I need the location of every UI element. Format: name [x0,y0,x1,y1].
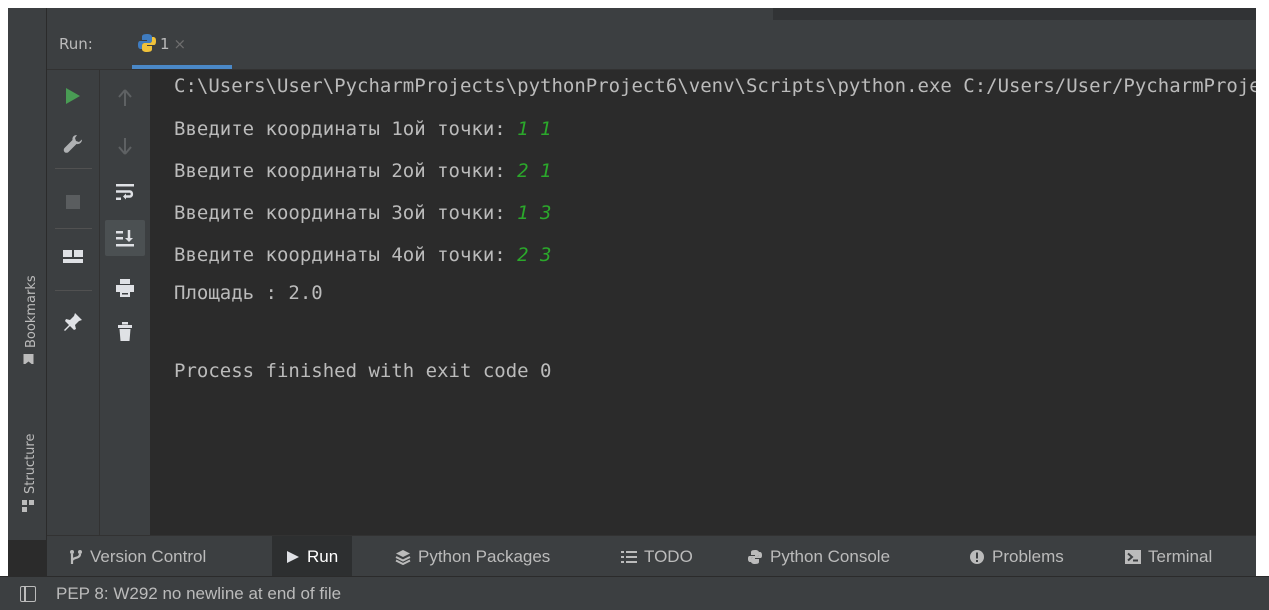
version-control-icon [69,549,83,565]
prompt-text: Введите координаты 3ой точки: [174,202,518,224]
bookmarks-tool-button[interactable]: Bookmarks [22,275,39,366]
tab-python-packages-label: Python Packages [418,546,551,566]
prompt-text: Введите координаты 1ой точки: [174,118,518,140]
run-label: Run: [59,35,93,53]
toolbar-separator [55,228,92,229]
python-console-icon [747,549,763,565]
tab-python-packages[interactable]: Python Packages [387,536,558,577]
toolbar-separator [55,168,92,169]
toolbar-separator [55,290,92,291]
user-input-text: 1 1 [517,118,552,140]
console-output[interactable]: C:\Users\User\PycharmProjects\pythonProj… [152,70,1256,535]
tab-problems-label: Problems [992,546,1064,566]
close-tab-icon[interactable]: × [174,35,187,53]
rerun-icon[interactable] [59,82,87,110]
console-command-line: C:\Users\User\PycharmProjects\pythonProj… [174,75,1256,97]
toggle-tool-windows-icon[interactable] [20,585,36,602]
structure-tool-button[interactable]: Structure [22,434,38,512]
tab-version-control[interactable]: Version Control [61,536,214,577]
terminal-icon [1125,549,1141,565]
run-tool-header: Run: 1 × [47,20,1256,70]
console-prompt-line: Введите координаты 3ой точки: 1 3 [174,202,552,224]
tab-python-console[interactable]: Python Console [739,536,898,577]
user-input-text: 2 3 [517,244,552,266]
run-toolbar-right [100,70,151,535]
console-prompt-line: Введите координаты 1ой точки: 1 1 [174,118,552,140]
print-icon[interactable] [111,274,139,302]
up-stack-icon[interactable] [111,84,139,112]
tab-python-console-label: Python Console [770,546,891,566]
down-stack-icon[interactable] [111,132,139,160]
settings-wrench-icon[interactable] [59,130,87,158]
bookmarks-label: Bookmarks [24,275,39,348]
tab-todo-label: TODO [644,546,693,566]
clear-all-icon[interactable] [111,318,139,346]
run-icon [286,550,300,564]
structure-label: Structure [23,433,38,494]
tab-terminal-label: Terminal [1148,546,1213,566]
bottom-tool-bar: Version Control Run Python Packages TODO… [47,535,1256,577]
console-exit-line: Process finished with exit code 0 [174,360,552,382]
soft-wrap-icon[interactable] [111,178,139,206]
tab-problems[interactable]: Problems [961,536,1072,577]
pin-tab-icon[interactable] [59,308,87,336]
console-prompt-line: Введите координаты 2ой точки: 2 1 [174,160,552,182]
stop-icon[interactable] [59,188,87,216]
prompt-text: Введите координаты 2ой точки: [174,160,518,182]
run-toolbar-left [47,70,100,535]
structure-icon [22,500,38,512]
active-tab-underline [132,65,232,69]
python-icon [137,33,157,57]
console-result-line: Площадь : 2.0 [174,282,323,304]
left-tool-stripe: Bookmarks Structure [8,8,47,540]
tab-run-label: Run [307,546,339,566]
user-input-text: 2 1 [517,160,552,182]
run-tab-1[interactable]: 1 × [132,20,232,69]
tab-todo[interactable]: TODO [613,536,701,577]
editor-top-strip [8,8,1256,20]
packages-icon [395,549,411,565]
console-prompt-line: Введите координаты 4ой точки: 2 3 [174,244,552,266]
tab-version-control-label: Version Control [90,546,207,566]
status-message[interactable]: PEP 8: W292 no newline at end of file [56,584,341,604]
editor-top-strip-segment [773,8,1256,20]
tab-run[interactable]: Run [272,536,353,577]
scroll-to-end-icon[interactable] [105,220,145,256]
layout-icon[interactable] [59,244,87,272]
user-input-text: 1 3 [517,202,552,224]
tab-terminal[interactable]: Terminal [1117,536,1220,577]
todo-list-icon [621,550,637,564]
prompt-text: Введите координаты 4ой точки: [174,244,518,266]
bookmark-icon [22,352,39,366]
status-bar: PEP 8: W292 no newline at end of file [0,576,1269,610]
run-tab-label: 1 [160,35,170,53]
problems-icon [969,549,985,565]
